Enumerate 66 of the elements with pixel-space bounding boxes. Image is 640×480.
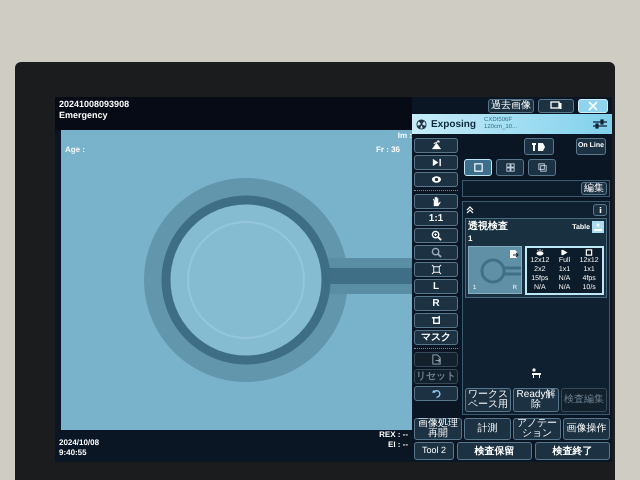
protocol-number: 1: [468, 234, 474, 244]
tool-button[interactable]: [414, 155, 458, 170]
pyramid-arrow-icon: [430, 140, 442, 151]
double-chevron-icon: [465, 206, 475, 214]
grid-icon: [504, 162, 516, 173]
priority-label: Emergency: [59, 110, 109, 122]
info-button[interactable]: [593, 204, 607, 216]
single-frame-icon: [472, 162, 484, 173]
frame-count: Fr : 36: [376, 144, 400, 156]
action-button[interactable]: 計測: [464, 418, 511, 440]
protocol-name: 透視検査: [468, 221, 508, 234]
radiation-icon: [416, 118, 427, 130]
export-icon: [509, 248, 519, 258]
zoom-in-icon: [430, 230, 442, 241]
hand-icon: [430, 196, 442, 207]
tool-button[interactable]: [414, 138, 458, 153]
play-skip-icon: [430, 157, 442, 168]
zoom-out-icon: [430, 247, 442, 258]
rex-value: REX : --: [379, 430, 408, 440]
stacked-frames-icon: [536, 162, 548, 173]
eye-icon: [534, 248, 545, 256]
monitor-icon: [550, 101, 562, 111]
adjust-button[interactable]: [524, 138, 554, 155]
document-arrow-icon: [430, 354, 442, 365]
hold-exam-button[interactable]: 検査保留: [457, 442, 532, 460]
edit-button[interactable]: 編集: [581, 182, 607, 195]
tool-button[interactable]: [414, 245, 458, 260]
action-button[interactable]: 画像処理再開: [414, 418, 462, 440]
beam-icon: [559, 248, 570, 256]
layout-button[interactable]: [528, 159, 556, 176]
patient-table-icon: [530, 368, 542, 378]
end-exam-button[interactable]: 検査終了: [535, 442, 610, 460]
table-position-icon: [592, 221, 604, 233]
fit-frame-icon: [430, 264, 442, 275]
eye-icon: [430, 174, 442, 185]
monitor-button[interactable]: [538, 99, 574, 113]
slider-icon: [592, 119, 608, 129]
history-button[interactable]: 過去画像: [488, 99, 534, 113]
status-text: Exposing: [431, 118, 476, 132]
tool-toggle-button[interactable]: Tool 2: [414, 442, 454, 460]
close-icon: [588, 101, 598, 111]
tool-button[interactable]: [414, 313, 458, 328]
frame-crop-icon: [584, 248, 594, 256]
tool-button[interactable]: [414, 386, 458, 401]
exam-time: 9:40:55: [59, 448, 88, 458]
image-label: Im :: [398, 130, 412, 142]
layout-button[interactable]: [496, 159, 524, 176]
tool-button[interactable]: R: [414, 296, 458, 311]
workspace-button[interactable]: Ready解除: [513, 388, 559, 412]
case-id: 20241008093908: [59, 99, 130, 110]
tool-button[interactable]: [414, 172, 458, 187]
ei-value: EI : --: [388, 440, 408, 450]
action-button[interactable]: アノテーション: [513, 418, 560, 440]
tool-button[interactable]: [414, 194, 458, 209]
crop-rotate-icon: [430, 315, 442, 326]
tool-button[interactable]: L: [414, 279, 458, 294]
exam-date: 2024/10/08: [59, 438, 100, 448]
action-button[interactable]: 画像操作: [562, 418, 610, 440]
info-icon: [598, 206, 602, 214]
tool-button[interactable]: 1:1: [414, 211, 458, 226]
tool-button[interactable]: [414, 262, 458, 277]
workspace-button[interactable]: ワークスペース用: [465, 388, 511, 412]
tool-button[interactable]: マスク: [414, 330, 458, 345]
undo-icon: [430, 388, 442, 399]
age-label: Age :: [65, 144, 85, 156]
tool-button[interactable]: [414, 228, 458, 243]
